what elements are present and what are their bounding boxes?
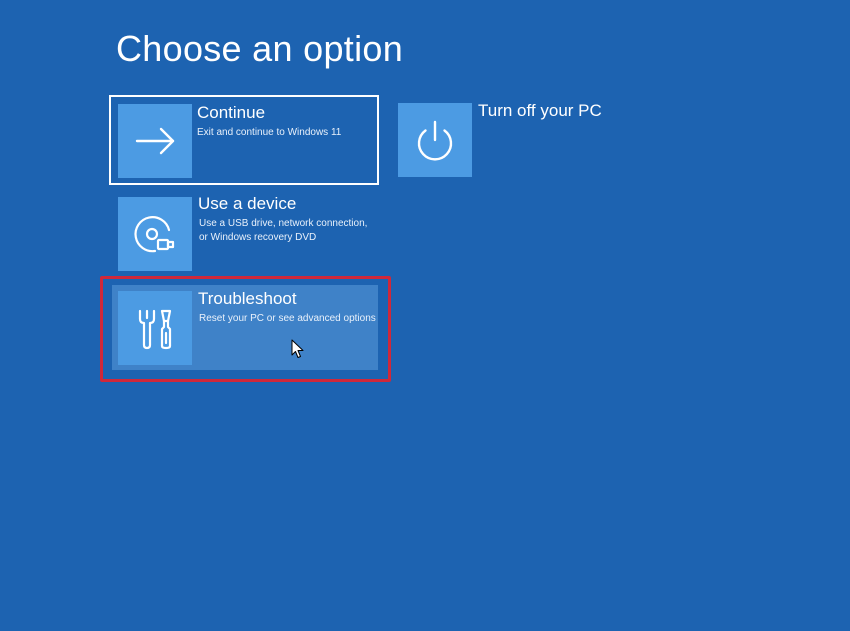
continue-option[interactable]: Continue Exit and continue to Windows 11 [109, 95, 379, 185]
troubleshoot-description: Reset your PC or see advanced options [199, 313, 376, 324]
turn-off-tile [398, 103, 472, 177]
power-icon [417, 120, 453, 161]
page-title: Choose an option [116, 28, 404, 69]
continue-tile [118, 104, 192, 178]
mouse-cursor-icon [291, 339, 304, 358]
tools-icon [138, 309, 172, 350]
arrow-right-icon [135, 127, 175, 155]
continue-description: Exit and continue to Windows 11 [197, 127, 342, 138]
use-device-option[interactable]: Use a device Use a USB drive, network co… [112, 192, 380, 278]
troubleshoot-tile [118, 291, 192, 365]
use-device-title: Use a device [198, 194, 297, 213]
turn-off-option[interactable]: Turn off your PC [392, 97, 660, 183]
use-device-tile [118, 197, 192, 271]
continue-title: Continue [197, 103, 266, 122]
troubleshoot-title: Troubleshoot [198, 289, 297, 308]
disc-device-icon [134, 216, 175, 253]
troubleshoot-option[interactable]: Troubleshoot Reset your PC or see advanc… [112, 285, 378, 370]
use-device-description: Use a USB drive, network connection, or … [199, 218, 368, 243]
turn-off-title: Turn off your PC [478, 101, 602, 120]
